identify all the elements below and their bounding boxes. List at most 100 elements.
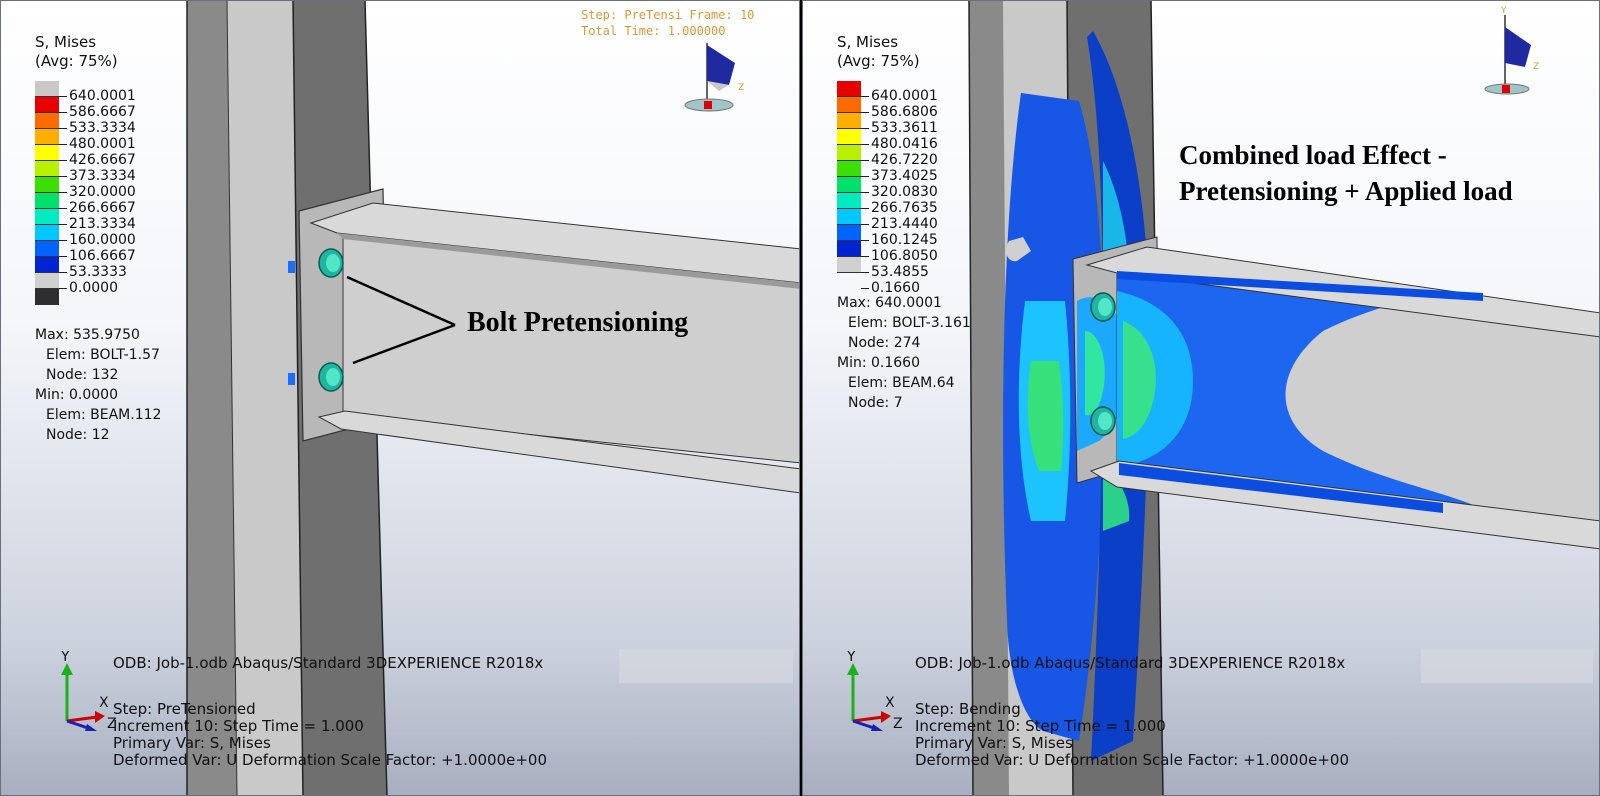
legend-swatch xyxy=(837,129,861,145)
max-value: Max: 640.0001 xyxy=(837,295,942,311)
legend-value: 586.6667 xyxy=(59,104,136,120)
legend-swatch xyxy=(35,81,59,97)
legend-swatch xyxy=(35,257,59,273)
legend-swatch xyxy=(35,113,59,129)
bolt-bottom xyxy=(318,362,344,392)
legend-value: 266.6667 xyxy=(59,200,136,216)
view-orientation-icon[interactable]: Y Z xyxy=(1484,6,1539,95)
increment-info: Increment 10: Step Time = 1.000 xyxy=(113,717,364,735)
extrema-info: Max: 535.9750 Elem: BOLT-1.57 Node: 132 … xyxy=(35,325,161,445)
view-y-label: Y xyxy=(1500,6,1507,16)
extrema-info: Max: 640.0001 Elem: BOLT-3.161 Node: 274… xyxy=(837,293,971,413)
legend-subtitle: (Avg: 75%) xyxy=(837,52,920,70)
legend-value: 373.3334 xyxy=(59,168,136,184)
legend-swatch xyxy=(35,225,59,241)
increment-info: Increment 10: Step Time = 1.000 xyxy=(915,717,1166,735)
legend-value: 533.3334 xyxy=(59,120,136,136)
legend-value: 533.3611 xyxy=(861,120,938,136)
annotation-line-2: Pretensioning + Applied load xyxy=(1179,176,1513,206)
annotation-bolt-pretensioning: Bolt Pretensioning xyxy=(467,307,689,338)
legend-value: 0.0000 xyxy=(59,280,136,296)
legend-color-bar xyxy=(837,81,861,273)
primary-var-info: Primary Var: S, Mises xyxy=(113,734,271,752)
legend-swatch xyxy=(35,193,59,209)
legend-values: 640.0001 586.6806 533.3611 480.0416 426.7220… xyxy=(861,88,938,296)
legend-value: 373.4025 xyxy=(861,168,938,184)
step-frame-box: Step: PreTensi Frame: 10 Total Time: 1.0… xyxy=(581,7,754,39)
legend-value: 480.0001 xyxy=(59,136,136,152)
min-value: Min: 0.1660 xyxy=(837,355,920,371)
axis-triad-icon: Y X Z xyxy=(846,651,903,731)
view-orientation-icon[interactable]: Z xyxy=(684,43,744,112)
legend-value: 213.4440 xyxy=(861,216,938,232)
legend-swatch xyxy=(837,177,861,193)
legend-value: 640.0001 xyxy=(59,88,136,104)
column-flange-face xyxy=(227,1,303,795)
bolt-bottom xyxy=(1090,406,1116,436)
legend-value: 426.6667 xyxy=(59,152,136,168)
legend-color-bar xyxy=(35,81,59,305)
annotation-line-1: Combined load Effect - xyxy=(1179,140,1447,170)
triad-y-label: Y xyxy=(846,651,856,665)
legend-value: 106.8050 xyxy=(861,248,938,264)
bolt-top xyxy=(1090,292,1116,322)
primary-var-info: Primary Var: S, Mises xyxy=(915,734,1073,752)
min-node: Node: 12 xyxy=(46,427,110,443)
legend-value: 53.3333 xyxy=(59,264,136,280)
viewport-right[interactable]: Y Z S, Mises (Avg: 75%) 640.0001 586.6806… xyxy=(802,0,1600,796)
triad-x-label: X xyxy=(99,695,109,711)
contour-legend: S, Mises (Avg: 75%) 640.0001 586.6806 533.… xyxy=(837,33,938,296)
triad-y-label: Y xyxy=(60,651,70,665)
odb-info: ODB: Job-1.odb Abaqus/Standard 3DEXPERIE… xyxy=(915,654,1346,672)
annotation-combined-load: Combined load Effect - Pretensioning + A… xyxy=(1179,137,1513,209)
contour-legend: S, Mises (Avg: 75%) 640.0001 586.6667 533.… xyxy=(35,33,136,305)
legend-title: S, Mises xyxy=(35,33,97,51)
legend-subtitle: (Avg: 75%) xyxy=(35,52,118,70)
legend-value: 160.1245 xyxy=(861,232,938,248)
max-node: Node: 132 xyxy=(46,367,119,383)
step-info: Step: PreTensioned xyxy=(113,700,256,718)
total-time-text: Total Time: 1.000000 xyxy=(581,24,726,38)
legend-value: 213.3334 xyxy=(59,216,136,232)
legend-swatch xyxy=(35,161,59,177)
min-elem: Elem: BEAM.64 xyxy=(848,375,955,391)
min-elem: Elem: BEAM.112 xyxy=(46,407,162,423)
max-node: Node: 274 xyxy=(848,335,921,351)
axis-triad-icon: Y X Z xyxy=(60,651,117,731)
legend-swatch xyxy=(837,145,861,161)
legend-swatch xyxy=(837,81,861,97)
viewport-left[interactable]: Z Step: PreTensi Frame: 10 Total Time: 1… xyxy=(0,0,800,796)
legend-swatch xyxy=(837,241,861,257)
legend-swatch xyxy=(837,161,861,177)
deformed-var-info: Deformed Var: U Deformation Scale Factor… xyxy=(113,751,548,769)
legend-value: 426.7220 xyxy=(861,152,938,168)
status-band xyxy=(619,649,793,683)
legend-swatch xyxy=(35,97,59,113)
legend-value: 320.0000 xyxy=(59,184,136,200)
odb-info: ODB: Job-1.odb Abaqus/Standard 3DEXPERIE… xyxy=(113,654,544,672)
triad-z-label: Z xyxy=(107,716,117,731)
max-value: Max: 535.9750 xyxy=(35,327,140,343)
legend-value: 266.7635 xyxy=(861,200,938,216)
min-value: Min: 0.0000 xyxy=(35,387,118,403)
legend-value: 160.0000 xyxy=(59,232,136,248)
deformed-var-info: Deformed Var: U Deformation Scale Factor… xyxy=(915,751,1350,769)
bolt-top xyxy=(318,248,344,278)
legend-value: 480.0416 xyxy=(861,136,938,152)
legend-swatch xyxy=(35,145,59,161)
legend-title: S, Mises xyxy=(837,33,899,51)
legend-swatch xyxy=(837,97,861,113)
legend-swatch xyxy=(837,225,861,241)
legend-swatch xyxy=(35,289,59,305)
legend-swatch xyxy=(35,241,59,257)
view-z-label: Z xyxy=(738,83,744,93)
legend-swatch xyxy=(35,129,59,145)
legend-swatch xyxy=(837,193,861,209)
legend-value: 640.0001 xyxy=(861,88,938,104)
legend-swatch xyxy=(35,273,59,289)
legend-value: 586.6806 xyxy=(861,104,938,120)
legend-values: 640.0001 586.6667 533.3334 480.0001 426.6667… xyxy=(59,88,136,296)
triad-z-label: Z xyxy=(893,716,903,731)
max-elem: Elem: BOLT-1.57 xyxy=(46,347,160,363)
legend-value: 53.4855 xyxy=(861,264,938,280)
